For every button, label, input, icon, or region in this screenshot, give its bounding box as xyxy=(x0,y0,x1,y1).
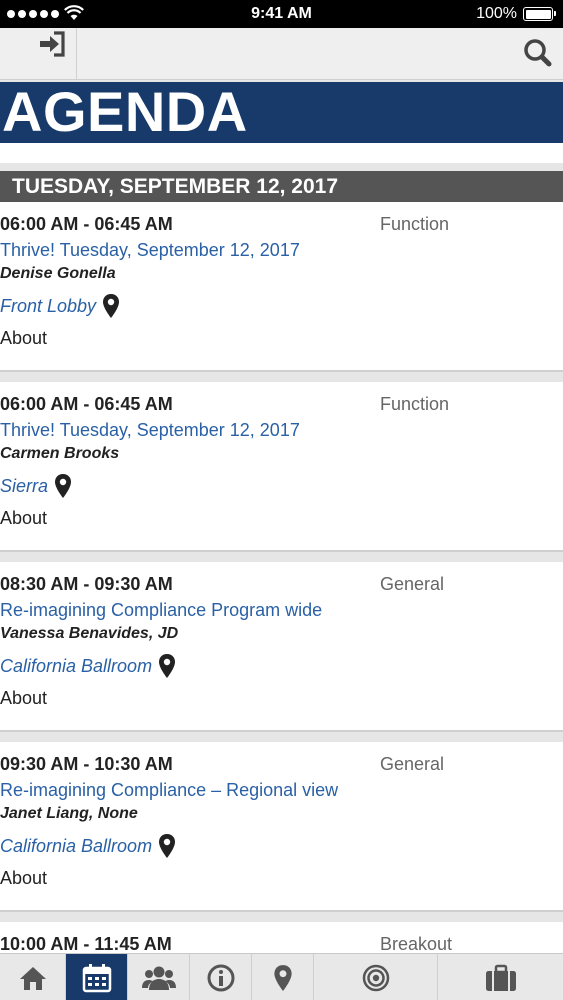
session-time: 09:30 AM - 10:30 AM xyxy=(0,754,173,774)
session-category: Function xyxy=(380,214,450,234)
about-link[interactable]: About xyxy=(0,868,47,889)
map-pin-icon xyxy=(103,294,120,318)
tab-map[interactable] xyxy=(252,954,314,1000)
session-time: 08:30 AM - 09:30 AM xyxy=(0,574,173,594)
session-time: 06:00 AM - 06:45 AM xyxy=(0,394,173,414)
sign-in-icon xyxy=(40,31,65,57)
location-label: California Ballroom xyxy=(0,655,153,676)
page-title: AGENDA xyxy=(2,80,248,143)
tab-attendees[interactable] xyxy=(128,954,190,1000)
session-category: Function xyxy=(380,394,450,414)
status-bar: 9:41 AM 100% xyxy=(0,0,563,28)
session-location-link[interactable]: California Ballroom xyxy=(0,833,176,859)
tab-bar xyxy=(0,953,563,1000)
login-button[interactable] xyxy=(0,28,77,80)
target-icon xyxy=(362,964,389,991)
session-location-link[interactable]: Front Lobby xyxy=(0,293,120,319)
spacer xyxy=(0,143,563,163)
location-label: Front Lobby xyxy=(0,295,97,316)
session-category: General xyxy=(380,754,445,774)
briefcase-icon xyxy=(485,964,516,991)
map-pin-icon xyxy=(159,834,176,858)
session-title-link[interactable]: Re-imagining Compliance Program wide xyxy=(0,600,322,621)
about-link[interactable]: About xyxy=(0,328,47,349)
location-label: California Ballroom xyxy=(0,835,153,856)
tab-target[interactable] xyxy=(314,954,438,1000)
session-location-link[interactable]: Sierra xyxy=(0,473,72,499)
agenda-item[interactable]: 06:00 AM - 06:45 AM Function Thrive! Tue… xyxy=(0,382,563,552)
calendar-icon xyxy=(82,963,111,992)
spacer xyxy=(0,163,563,171)
session-time: 10:00 AM - 11:45 AM xyxy=(0,934,172,954)
map-pin-icon xyxy=(55,474,72,498)
agenda-item[interactable]: 06:00 AM - 06:45 AM Function Thrive! Tue… xyxy=(0,202,563,372)
tab-briefcase[interactable] xyxy=(438,954,563,1000)
location-label: Sierra xyxy=(0,475,49,496)
tab-home[interactable] xyxy=(0,954,66,1000)
session-speaker: Vanessa Benavides, JD xyxy=(0,625,179,642)
tab-info[interactable] xyxy=(190,954,252,1000)
people-icon xyxy=(141,966,176,990)
about-link[interactable]: About xyxy=(0,508,47,529)
session-speaker: Carmen Brooks xyxy=(0,445,120,462)
toolbar xyxy=(0,28,563,80)
agenda-item[interactable]: 09:30 AM - 10:30 AM General Re-imagining… xyxy=(0,742,563,912)
session-title-link[interactable]: Re-imagining Compliance – Regional view xyxy=(0,780,338,801)
search-button[interactable] xyxy=(519,34,557,72)
battery-icon xyxy=(523,7,556,21)
tab-agenda[interactable] xyxy=(66,954,128,1000)
search-icon xyxy=(524,39,552,67)
agenda-item[interactable]: 08:30 AM - 09:30 AM General Re-imagining… xyxy=(0,562,563,732)
about-link[interactable]: About xyxy=(0,688,47,709)
session-speaker: Denise Gonella xyxy=(0,265,116,282)
title-bar: AGENDA xyxy=(0,82,563,143)
session-title-link[interactable]: Thrive! Tuesday, September 12, 2017 xyxy=(0,240,300,261)
map-pin-icon xyxy=(159,654,176,678)
session-speaker: Janet Liang, None xyxy=(0,805,138,822)
agenda-list: 06:00 AM - 06:45 AM Function Thrive! Tue… xyxy=(0,202,563,992)
session-time: 06:00 AM - 06:45 AM xyxy=(0,214,173,234)
session-category: General xyxy=(380,574,445,594)
battery-percentage: 100% xyxy=(476,5,517,22)
date-header: TUESDAY, SEPTEMBER 12, 2017 xyxy=(0,171,563,202)
map-pin-icon xyxy=(273,964,292,991)
session-category: Breakout xyxy=(380,934,453,954)
session-title-link[interactable]: Thrive! Tuesday, September 12, 2017 xyxy=(0,420,300,441)
info-icon xyxy=(207,964,234,991)
home-icon xyxy=(19,966,46,990)
session-location-link[interactable]: California Ballroom xyxy=(0,653,176,679)
